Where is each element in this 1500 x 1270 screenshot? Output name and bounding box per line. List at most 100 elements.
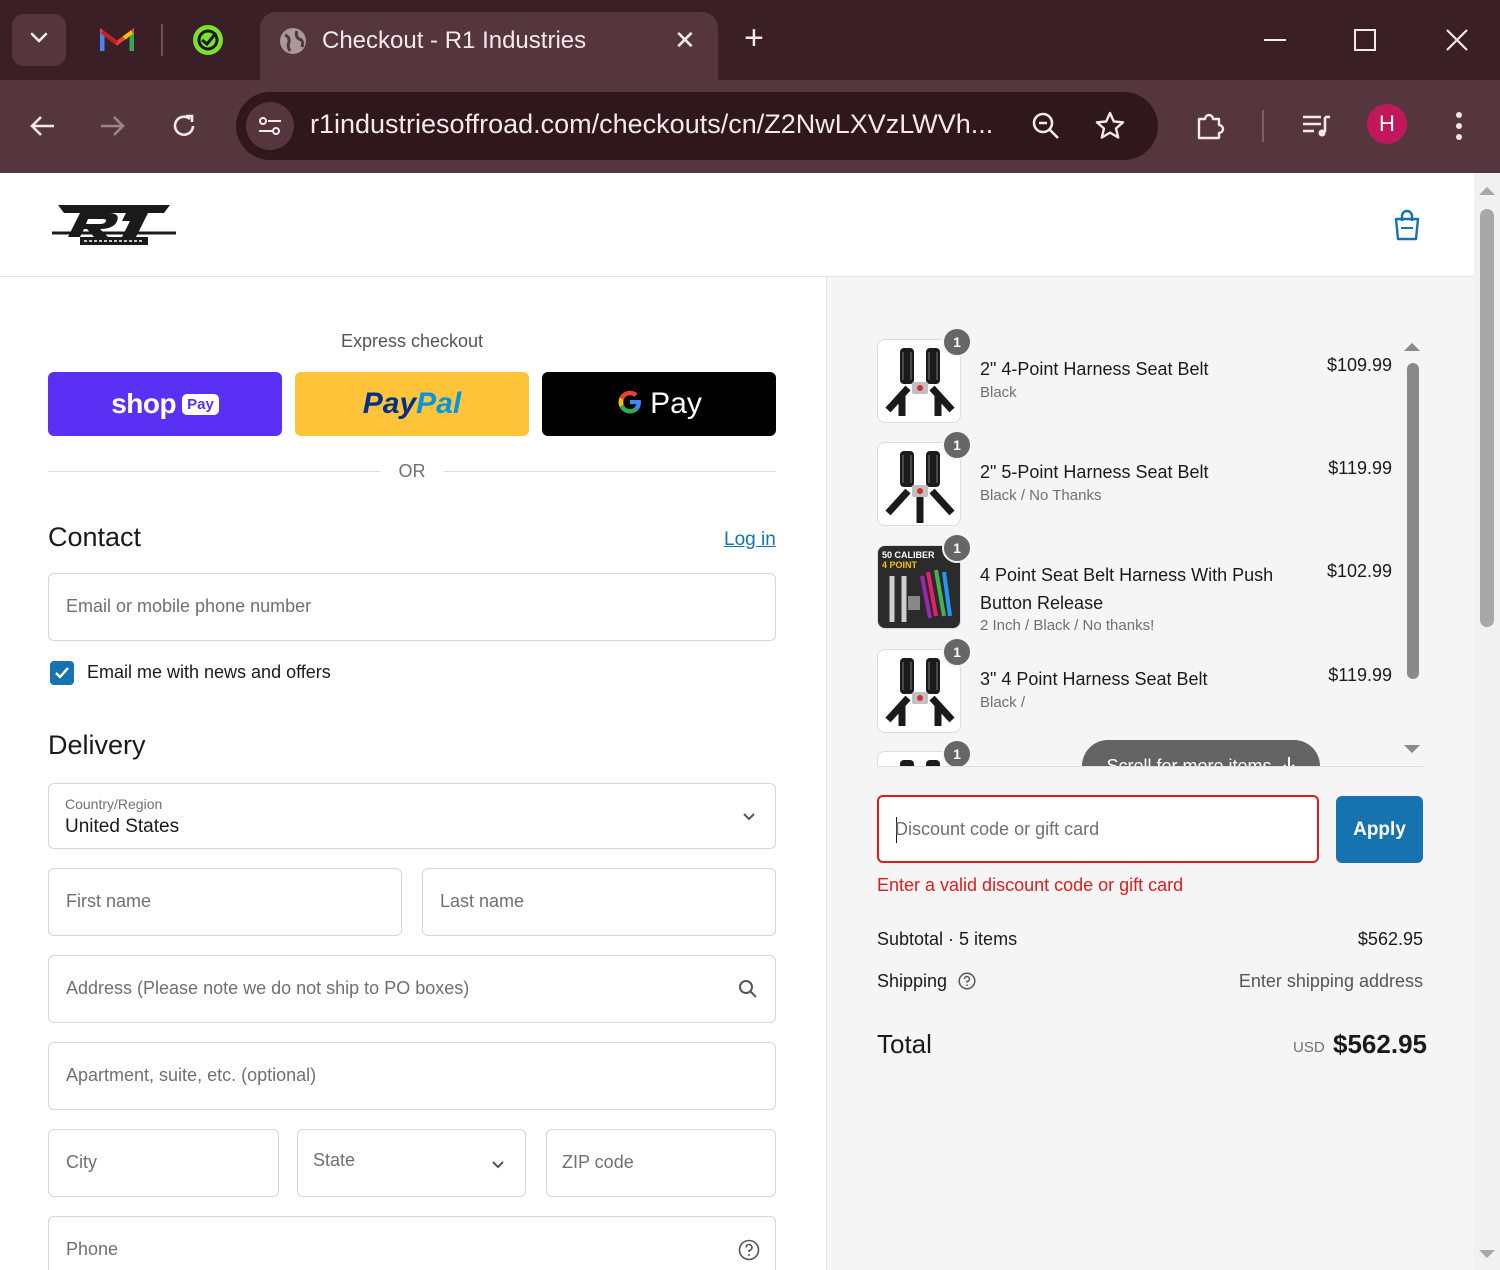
item-name: 3" 4 Point Harness Seat Belt xyxy=(980,669,1208,689)
url-text[interactable]: r1industriesoffroad.com/checkouts/cn/Z2N… xyxy=(310,109,993,140)
address-bar[interactable]: r1industriesoffroad.com/checkouts/cn/Z2N… xyxy=(236,92,1158,160)
shopping-bag-icon[interactable] xyxy=(1392,209,1422,246)
pinned-tab-gmail[interactable] xyxy=(97,22,137,62)
zip-placeholder: ZIP code xyxy=(562,1152,634,1172)
quantity-badge: 1 xyxy=(942,327,972,357)
green-check-app-icon xyxy=(191,23,225,62)
reload-icon[interactable] xyxy=(162,104,206,148)
total-label: Total xyxy=(877,1029,932,1059)
country-label: Country/Region xyxy=(65,796,163,812)
newsletter-label: Email me with news and offers xyxy=(87,662,331,682)
site-settings-icon[interactable] xyxy=(246,102,294,150)
media-queue-icon[interactable] xyxy=(1294,104,1338,148)
browser-tab-strip: Checkout - R1 Industries ✕ + xyxy=(0,0,1500,82)
paypal-button[interactable]: Pay Pal xyxy=(295,372,529,436)
forward-icon[interactable] xyxy=(91,104,135,148)
arrow-down-icon xyxy=(1282,755,1296,766)
checkout-page: Express checkout shop Pay PayPal Pay OR xyxy=(0,173,1474,1270)
cart-item: 1 2" 4-Point Harness Seat Belt Black $10… xyxy=(877,327,1397,423)
r1-industries-logo[interactable] xyxy=(50,199,180,254)
item-price: $119.99 xyxy=(1328,458,1392,478)
city-field[interactable]: City xyxy=(48,1129,279,1197)
help-icon[interactable] xyxy=(958,972,976,995)
profile-avatar[interactable]: H xyxy=(1367,104,1407,144)
quantity-badge: 1 xyxy=(942,533,972,563)
page-scrollbar[interactable] xyxy=(1474,173,1500,1270)
country-select[interactable]: Country/Region United States xyxy=(48,783,776,849)
contact-heading: Contact xyxy=(48,522,142,552)
shop-pay-button[interactable]: shop Pay xyxy=(48,372,282,436)
first-name-field[interactable]: First name xyxy=(48,868,402,936)
pinned-tab-app[interactable] xyxy=(188,22,228,62)
subtotal-label: Subtotal · 5 items xyxy=(877,929,1018,949)
checkout-form: Express checkout shop Pay PayPal Pay OR xyxy=(0,277,827,1270)
or-label: OR xyxy=(398,461,426,481)
cart-scrollbar-thumb[interactable] xyxy=(1407,363,1419,679)
total-currency: USD xyxy=(1293,1039,1325,1056)
discount-code-input[interactable]: Discount code or gift card xyxy=(877,795,1319,863)
shipping-row: Shipping Enter shipping address xyxy=(877,971,1423,995)
item-variant: Black xyxy=(980,384,1017,401)
back-icon[interactable] xyxy=(20,104,64,148)
tab-title: Checkout - R1 Industries xyxy=(322,27,587,54)
phone-placeholder: Phone xyxy=(66,1239,119,1259)
item-price: $109.99 xyxy=(1327,355,1393,375)
close-window-icon[interactable] xyxy=(1437,20,1477,60)
scroll-up-arrow-icon[interactable] xyxy=(1403,339,1421,357)
cart-items-list[interactable]: 1 2" 4-Point Harness Seat Belt Black $10… xyxy=(877,327,1423,767)
phone-field[interactable]: Phone xyxy=(48,1216,776,1270)
cart-item: 1 2" 5-Point Harness Seat Belt Black / N… xyxy=(877,430,1397,526)
scroll-up-arrow-icon[interactable] xyxy=(1478,183,1496,201)
chevron-down-icon xyxy=(488,1156,508,1174)
scroll-down-arrow-icon[interactable] xyxy=(1403,741,1421,759)
subtotal-row: Subtotal · 5 items $562.95 xyxy=(877,929,1423,950)
newsletter-checkbox[interactable] xyxy=(50,661,74,685)
google-pay-button[interactable]: Pay xyxy=(542,372,776,436)
city-placeholder: City xyxy=(66,1152,97,1172)
scroll-down-arrow-icon[interactable] xyxy=(1478,1246,1496,1264)
express-checkout-label: Express checkout xyxy=(340,331,484,351)
or-divider: OR xyxy=(48,459,776,483)
active-tab[interactable]: Checkout - R1 Industries ✕ xyxy=(260,12,718,82)
country-value: United States xyxy=(65,816,180,837)
shop-pay-wordmark: shop xyxy=(111,388,177,419)
apartment-field[interactable]: Apartment, suite, etc. (optional) xyxy=(48,1042,776,1110)
state-select[interactable]: State xyxy=(297,1129,526,1197)
toolbar-divider xyxy=(1262,110,1264,142)
paypal-wordmark-pay: Pay xyxy=(362,387,417,420)
gmail-icon xyxy=(99,27,135,58)
paypal-wordmark-pal: Pal xyxy=(416,387,462,420)
extensions-icon[interactable] xyxy=(1188,104,1232,148)
chevron-down-icon xyxy=(29,31,49,50)
new-tab-icon[interactable]: + xyxy=(744,20,764,56)
apply-discount-button[interactable]: Apply xyxy=(1336,796,1423,863)
tab-search-button[interactable] xyxy=(12,14,66,66)
address-field[interactable]: Address (Please note we do not ship to P… xyxy=(48,955,776,1023)
tab-close-icon[interactable]: ✕ xyxy=(674,26,696,54)
help-icon[interactable] xyxy=(737,1238,761,1262)
quantity-badge: 1 xyxy=(942,739,972,766)
google-pay-label: Pay xyxy=(650,387,702,420)
shop-pay-pill: Pay xyxy=(182,393,219,415)
log-in-link[interactable]: Log in xyxy=(724,529,776,551)
minimize-icon[interactable] xyxy=(1255,20,1295,60)
chevron-down-icon xyxy=(739,808,759,826)
bookmark-star-icon[interactable] xyxy=(1092,108,1128,144)
item-variant: Black / No Thanks xyxy=(980,487,1102,504)
last-name-placeholder: Last name xyxy=(440,891,525,911)
item-variant: 2 Inch / Black / No thanks! xyxy=(980,617,1155,634)
page-scrollbar-thumb[interactable] xyxy=(1480,209,1494,627)
shipping-value: Enter shipping address xyxy=(1238,971,1423,991)
last-name-field[interactable]: Last name xyxy=(422,868,776,936)
maximize-icon[interactable] xyxy=(1345,20,1385,60)
kebab-menu-icon[interactable] xyxy=(1437,104,1481,148)
item-name: 2" 4-Point Harness Seat Belt xyxy=(980,359,1209,379)
zip-field[interactable]: ZIP code xyxy=(546,1129,776,1197)
scroll-for-more-button[interactable]: Scroll for more items xyxy=(1082,740,1320,766)
order-summary: 1 2" 4-Point Harness Seat Belt Black $10… xyxy=(827,277,1474,1270)
zoom-icon[interactable] xyxy=(1028,108,1064,144)
cart-scrollbar[interactable] xyxy=(1401,327,1423,767)
subtotal-value: $562.95 xyxy=(1357,929,1423,949)
state-placeholder: State xyxy=(313,1150,356,1170)
email-field[interactable]: Email or mobile phone number xyxy=(48,573,776,641)
